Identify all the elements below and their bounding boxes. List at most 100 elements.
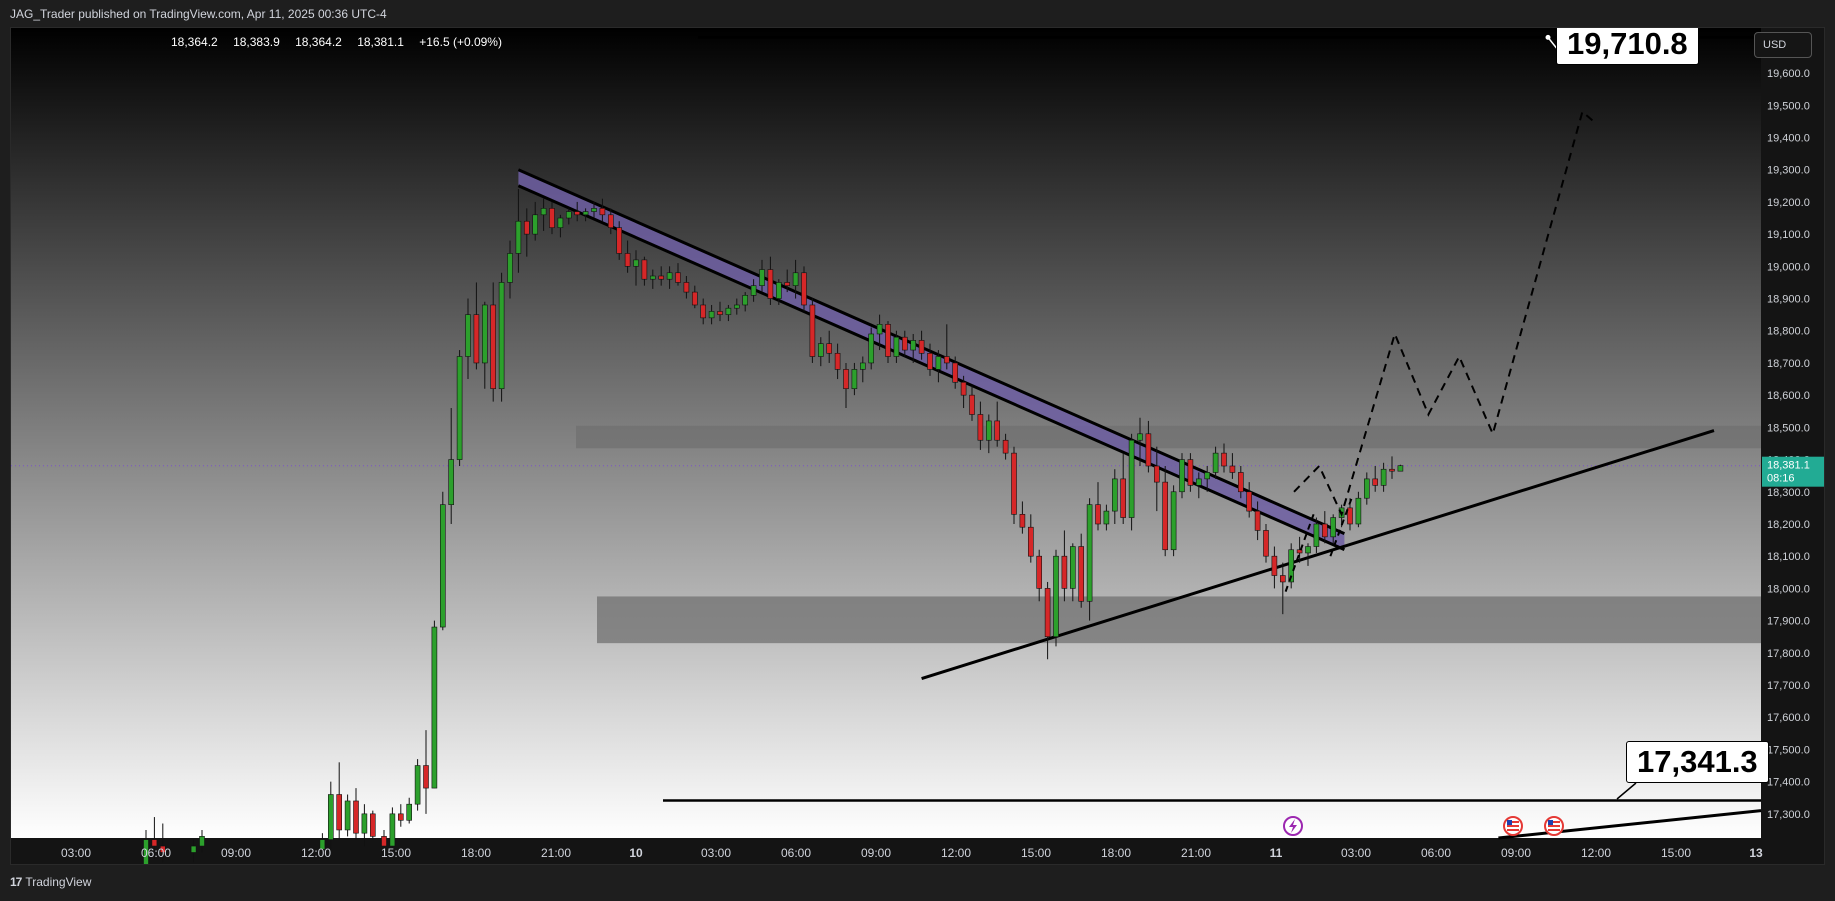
time-axis-tick: 11 bbox=[1270, 846, 1283, 860]
candle-body bbox=[1221, 452, 1227, 467]
candle-body bbox=[369, 813, 376, 837]
candle-body bbox=[809, 304, 816, 357]
us-flag-event-icon[interactable] bbox=[1544, 816, 1564, 836]
candle-body bbox=[327, 794, 334, 840]
candle-body bbox=[969, 394, 975, 415]
candle-body bbox=[389, 813, 396, 847]
currency-button[interactable]: USD bbox=[1754, 32, 1812, 58]
candle-body bbox=[893, 336, 900, 357]
price-axis-tick: 17,400.0 bbox=[1767, 777, 1810, 789]
candle-body bbox=[977, 414, 984, 441]
price-axis-tick: 18,800.0 bbox=[1767, 326, 1810, 338]
candle-body bbox=[876, 324, 883, 335]
time-axis-tick: 06:00 bbox=[1421, 846, 1451, 860]
candle-body bbox=[406, 803, 413, 821]
candle-body bbox=[633, 259, 639, 267]
price-axis-tick: 19,200.0 bbox=[1767, 197, 1810, 209]
candle-body bbox=[1112, 478, 1118, 512]
support-resistance-zone[interactable] bbox=[576, 425, 1761, 449]
candle-body bbox=[666, 272, 673, 280]
callout-bottom-price[interactable]: 17,341.3 bbox=[1626, 741, 1769, 783]
candle-body bbox=[742, 295, 749, 306]
price-axis-panel[interactable] bbox=[1761, 28, 1825, 865]
candle-body bbox=[1204, 472, 1210, 480]
us-flag-event-icon[interactable] bbox=[1503, 816, 1523, 836]
ohlc-change: +16.5 (+0.09%) bbox=[419, 35, 502, 49]
candle-body bbox=[523, 220, 530, 235]
candle-body bbox=[1120, 478, 1126, 518]
time-axis-tick: 10 bbox=[629, 846, 643, 860]
time-axis-tick: 12:00 bbox=[301, 846, 331, 860]
candle-body bbox=[574, 211, 581, 216]
candle-body bbox=[381, 836, 387, 847]
candle-body bbox=[465, 314, 471, 357]
candle-body bbox=[1086, 504, 1093, 602]
candle-body bbox=[507, 253, 513, 283]
price-axis-tick: 17,800.0 bbox=[1767, 648, 1810, 660]
flag-canton bbox=[1548, 820, 1553, 825]
candle-body bbox=[1053, 555, 1059, 638]
candle-body bbox=[1070, 546, 1076, 589]
time-axis-tick: 03:00 bbox=[61, 846, 91, 860]
callout-top-price[interactable]: 19,710.8 bbox=[1556, 28, 1699, 65]
candle-body bbox=[935, 356, 942, 370]
footer-branding: 17 TradingView bbox=[10, 875, 91, 889]
candle-body bbox=[540, 208, 547, 216]
candle-body bbox=[439, 504, 446, 628]
time-axis-tick: 12:00 bbox=[1581, 846, 1611, 860]
flag-canton bbox=[1507, 820, 1512, 825]
candle-body bbox=[885, 324, 891, 357]
bar-countdown: 08:16 bbox=[1767, 473, 1795, 485]
candle-body bbox=[1044, 588, 1051, 638]
candle-body bbox=[910, 340, 917, 351]
candle-body bbox=[1095, 504, 1101, 525]
candle-body bbox=[649, 275, 656, 280]
candle-body bbox=[952, 362, 959, 383]
candle-body bbox=[1389, 468, 1395, 472]
price-axis-tick: 18,200.0 bbox=[1767, 519, 1810, 531]
candle-body bbox=[691, 291, 698, 306]
candle-body bbox=[1254, 510, 1261, 531]
time-axis-tick: 03:00 bbox=[1341, 846, 1371, 860]
candle-body bbox=[708, 311, 715, 319]
candle-body bbox=[817, 343, 824, 357]
last-price-value: 18,381.1 bbox=[1767, 460, 1810, 472]
candle-body bbox=[1187, 459, 1194, 486]
price-axis-tick: 19,500.0 bbox=[1767, 100, 1810, 112]
price-axis-tick: 17,900.0 bbox=[1767, 616, 1810, 628]
price-axis-tick: 18,900.0 bbox=[1767, 294, 1810, 306]
candle-body bbox=[336, 794, 343, 831]
price-axis-tick: 18,100.0 bbox=[1767, 551, 1810, 563]
candle-body bbox=[1229, 465, 1236, 473]
candle-body bbox=[750, 285, 757, 296]
price-axis-tick: 18,500.0 bbox=[1767, 422, 1810, 434]
candle-body bbox=[473, 314, 480, 364]
support-resistance-zone[interactable] bbox=[597, 596, 1761, 644]
candle-body bbox=[1145, 433, 1152, 467]
price-axis-tick: 18,300.0 bbox=[1767, 487, 1810, 499]
price-axis-tick: 18,600.0 bbox=[1767, 390, 1810, 402]
time-axis-tick: 18:00 bbox=[461, 846, 491, 860]
candle-body bbox=[515, 220, 522, 254]
economic-event-icon[interactable] bbox=[1283, 816, 1303, 836]
candle-body bbox=[868, 333, 875, 364]
candle-body bbox=[927, 352, 933, 370]
candle-body bbox=[1397, 465, 1404, 472]
time-axis-tick: 06:00 bbox=[781, 846, 811, 860]
candle-body bbox=[784, 282, 791, 286]
candle-body bbox=[1170, 491, 1177, 551]
ohlc-high: 18,383.9 bbox=[233, 35, 280, 49]
candle-body bbox=[733, 304, 740, 309]
tradingview-logo-icon: 17 bbox=[10, 875, 22, 889]
candle-body bbox=[616, 227, 623, 254]
candle-body bbox=[481, 304, 488, 364]
candle-body bbox=[658, 275, 665, 280]
chart-area[interactable]: 19,700.019,600.019,500.019,400.019,300.0… bbox=[10, 27, 1825, 865]
candle-body bbox=[456, 356, 463, 460]
ohlc-close: 18,381.1 bbox=[357, 35, 404, 49]
candle-body bbox=[1078, 546, 1084, 602]
candle-body bbox=[725, 307, 732, 315]
candle-body bbox=[985, 420, 992, 441]
price-chart[interactable]: 19,700.019,600.019,500.019,400.019,300.0… bbox=[11, 28, 1825, 865]
price-axis-tick: 19,100.0 bbox=[1767, 229, 1810, 241]
